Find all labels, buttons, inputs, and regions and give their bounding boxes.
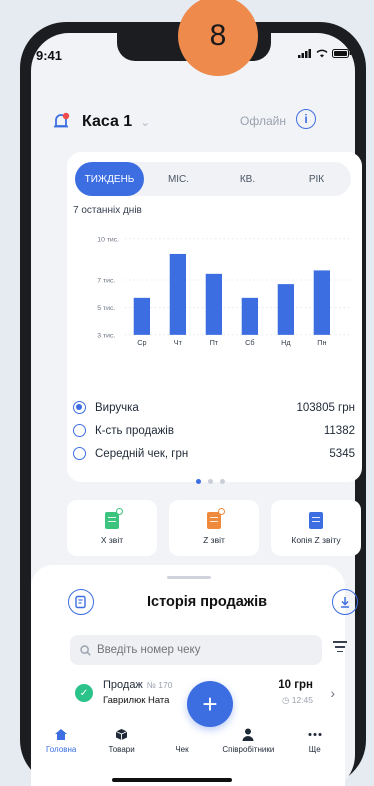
- sale-time: ◷ 12:45: [281, 695, 313, 705]
- range-label: 7 останніх днів: [73, 205, 142, 216]
- sheet-grabber[interactable]: [167, 576, 211, 579]
- completed-check-icon: ✓: [75, 684, 93, 702]
- new-receipt-button[interactable]: +: [187, 681, 233, 727]
- tab-quarter[interactable]: КВ.: [213, 162, 282, 196]
- x-tick-label: Нд: [281, 338, 291, 347]
- report-label: Z звіт: [203, 534, 225, 545]
- report-label: X звіт: [100, 534, 124, 545]
- sale-title: Продаж № 170: [103, 679, 173, 691]
- z-report-button[interactable]: Z звіт: [169, 500, 259, 556]
- x-tick-label: Пт: [210, 338, 219, 347]
- x-tick-label: Сб: [245, 338, 254, 347]
- metrics-list: Виручка 103805 грн К-сть продажів 11382 …: [73, 396, 355, 465]
- x-tick-label: Чт: [174, 338, 183, 347]
- pager-dot-active[interactable]: [196, 479, 201, 484]
- radio-average-check[interactable]: [73, 447, 86, 460]
- wifi-icon: [316, 49, 328, 58]
- y-tick-label: 10 тис.: [97, 236, 119, 243]
- chart-bar[interactable]: [277, 284, 294, 335]
- pager-dot[interactable]: [220, 479, 225, 484]
- x-report-icon: [105, 507, 123, 529]
- y-tick-label: 3 тис.: [97, 332, 115, 339]
- chart-bar[interactable]: [313, 270, 330, 335]
- history-title: Історія продажів: [147, 594, 268, 610]
- tab-products[interactable]: Товари: [92, 728, 152, 754]
- bell-icon[interactable]: [52, 112, 70, 132]
- tab-month[interactable]: МІС.: [144, 162, 213, 196]
- search-icon: [80, 644, 91, 656]
- top-bar: Каса 1 ⌄ Офлайн i: [20, 108, 320, 136]
- z-report-copy-button[interactable]: Копія Z звіту: [271, 500, 361, 556]
- metric-label: Середній чек, грн: [95, 447, 189, 460]
- status-time: 9:41: [36, 48, 63, 63]
- sale-number: № 170: [146, 680, 173, 690]
- metric-label: К-сть продажів: [95, 424, 174, 437]
- chart-bar[interactable]: [169, 253, 186, 335]
- tab-receipt[interactable]: Чек: [152, 728, 212, 754]
- pager-dot[interactable]: [208, 479, 213, 484]
- metric-sales-count[interactable]: К-сть продажів 11382: [73, 419, 355, 442]
- pager-dots: [196, 479, 225, 484]
- person-icon: [242, 728, 254, 741]
- metric-value: 103805 грн: [296, 401, 355, 414]
- receipt-search-icon[interactable]: [68, 589, 94, 615]
- sale-amount: 10 грн: [278, 679, 313, 691]
- home-indicator: [112, 778, 232, 782]
- download-icon[interactable]: [332, 589, 358, 615]
- metric-revenue[interactable]: Виручка 103805 грн: [73, 396, 355, 419]
- metric-label: Виручка: [95, 401, 139, 414]
- chevron-down-icon[interactable]: ⌄: [140, 115, 150, 129]
- revenue-bar-chart: 10 тис. 7 тис. 5 тис. 3 тис. Ср Чт Пт Сб Нд Пн: [97, 236, 350, 347]
- more-icon: [308, 733, 322, 736]
- z-report-copy-icon: [309, 511, 323, 529]
- status-icons: [298, 49, 352, 58]
- radio-revenue[interactable]: [73, 401, 86, 414]
- receipt-search-input[interactable]: [97, 644, 317, 656]
- tab-more[interactable]: Ще: [285, 728, 345, 754]
- x-report-button[interactable]: X звіт: [67, 500, 157, 556]
- chart-bar[interactable]: [241, 297, 258, 335]
- tab-year[interactable]: РІК: [282, 162, 351, 196]
- tab-employees[interactable]: Співробітники: [212, 728, 284, 754]
- info-icon[interactable]: i: [296, 109, 316, 129]
- z-report-icon: [207, 507, 225, 529]
- period-tabs: ТИЖДЕНЬ МІС. КВ. РІК: [75, 162, 351, 196]
- radio-sales-count[interactable]: [73, 424, 86, 437]
- metric-value: 11382: [323, 424, 355, 437]
- receipt-search-field[interactable]: [70, 635, 322, 665]
- home-icon: [55, 729, 68, 740]
- tab-home[interactable]: Головна: [31, 728, 91, 754]
- bottom-tab-bar: Головна Товари Чек Співробітники Ще: [31, 714, 345, 766]
- reports-row: X звіт Z звіт Копія Z звіту: [67, 500, 374, 556]
- y-tick-label: 5 тис.: [97, 305, 115, 312]
- stats-card: ТИЖДЕНЬ МІС. КВ. РІК 7 останніх днів 10 …: [67, 152, 362, 482]
- chart-bar[interactable]: [133, 297, 150, 335]
- offline-status: Офлайн: [240, 114, 286, 128]
- report-label: Копія Z звіту: [291, 534, 341, 545]
- metric-average-check[interactable]: Середній чек, грн 5345: [73, 442, 355, 465]
- chevron-right-icon[interactable]: ›: [330, 685, 335, 701]
- box-icon: [115, 729, 128, 740]
- filter-icon[interactable]: [333, 641, 347, 655]
- x-tick-label: Пн: [317, 338, 326, 347]
- y-tick-label: 7 тис.: [97, 278, 115, 285]
- signal-icon: [298, 49, 311, 58]
- register-selector[interactable]: Каса 1: [82, 113, 132, 131]
- tab-week[interactable]: ТИЖДЕНЬ: [75, 162, 144, 196]
- battery-icon: [332, 49, 351, 58]
- chart-bar[interactable]: [205, 273, 222, 335]
- metric-value: 5345: [329, 447, 355, 460]
- sale-cashier: Гаврилюк Ната: [103, 695, 170, 706]
- x-tick-label: Ср: [137, 338, 146, 347]
